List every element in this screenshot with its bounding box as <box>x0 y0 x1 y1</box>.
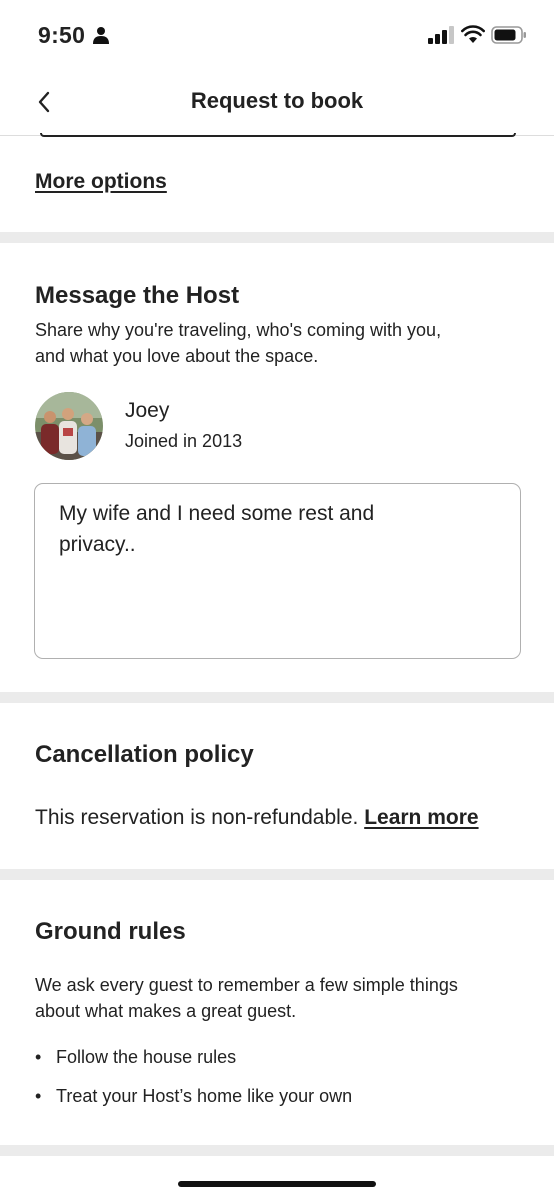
previous-card-edge <box>40 133 516 137</box>
message-host-title: Message the Host <box>35 282 240 309</box>
ground-rules-intro-line1: We ask every guest to remember a few sim… <box>35 975 458 995</box>
section-divider <box>0 692 554 703</box>
ground-rule-item: • Treat your Host’s home like your own <box>35 1086 352 1107</box>
ground-rules-intro-line2: about what makes a great guest. <box>35 1001 297 1021</box>
section-divider <box>0 1145 554 1156</box>
section-divider <box>0 869 554 880</box>
message-input[interactable]: My wife and I need some rest and privacy… <box>34 483 521 659</box>
more-options-link[interactable]: More options <box>35 170 167 194</box>
status-time: 9:50 <box>38 22 86 48</box>
bullet-icon: • <box>35 1047 42 1067</box>
ground-rule-text: Treat your Host’s home like your own <box>56 1086 353 1106</box>
cancellation-policy-statement: This reservation is non-refundable. <box>35 806 359 829</box>
ground-rule-text: Follow the house rules <box>56 1047 237 1067</box>
wifi-icon <box>461 25 485 43</box>
host-name: Joey <box>125 399 170 422</box>
home-indicator[interactable] <box>178 1181 376 1187</box>
cancellation-policy-title: Cancellation policy <box>35 741 254 768</box>
message-text-line2: privacy.. <box>59 533 136 556</box>
host-joined-date: Joined in 2013 <box>125 431 243 451</box>
learn-more-link[interactable]: Learn more <box>364 806 478 829</box>
message-host-description-line2: and what you love about the space. <box>35 346 319 366</box>
message-text-line1: My wife and I need some rest and <box>59 502 375 525</box>
host-avatar <box>35 392 103 460</box>
section-divider <box>0 232 554 243</box>
ground-rule-item: • Follow the house rules <box>35 1047 236 1068</box>
battery-icon <box>491 26 526 44</box>
bullet-icon: • <box>35 1086 42 1106</box>
cancellation-policy-text: This reservation is non-refundable. Lear… <box>35 806 479 830</box>
cellular-signal-icon <box>428 26 454 44</box>
message-host-description-line1: Share why you're traveling, who's coming… <box>35 320 442 340</box>
nav-bar: Request to book <box>0 70 554 136</box>
ground-rules-title: Ground rules <box>35 918 186 945</box>
page-title: Request to book <box>190 88 364 113</box>
status-bar: 9:50 <box>0 0 554 70</box>
person-icon <box>93 27 109 44</box>
